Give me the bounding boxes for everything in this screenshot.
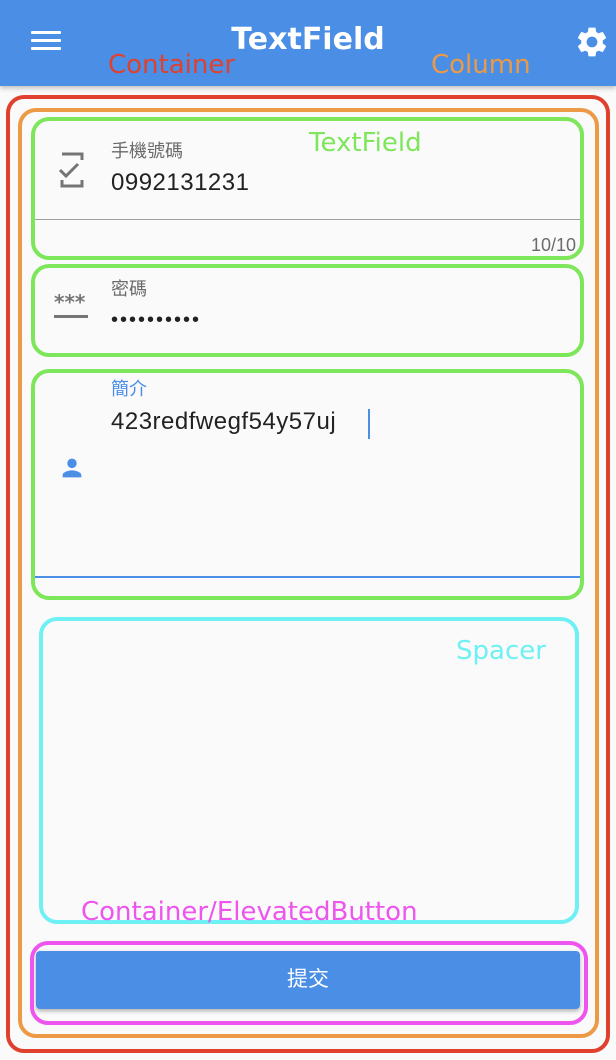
- textfield-outline: [31, 117, 584, 260]
- spacer-annotation: Spacer: [456, 636, 546, 666]
- textfield-outline-bio: [31, 369, 584, 600]
- column-annotation: Column: [431, 50, 531, 80]
- settings-button[interactable]: [574, 24, 610, 60]
- container-annotation: Container: [108, 50, 236, 80]
- textfield-annotation: TextField: [309, 128, 422, 158]
- button-annotation: Container/ElevatedButton: [81, 897, 418, 927]
- button-outline: [30, 941, 588, 1025]
- textfield-outline-password: [31, 264, 584, 357]
- gear-icon: [577, 27, 607, 57]
